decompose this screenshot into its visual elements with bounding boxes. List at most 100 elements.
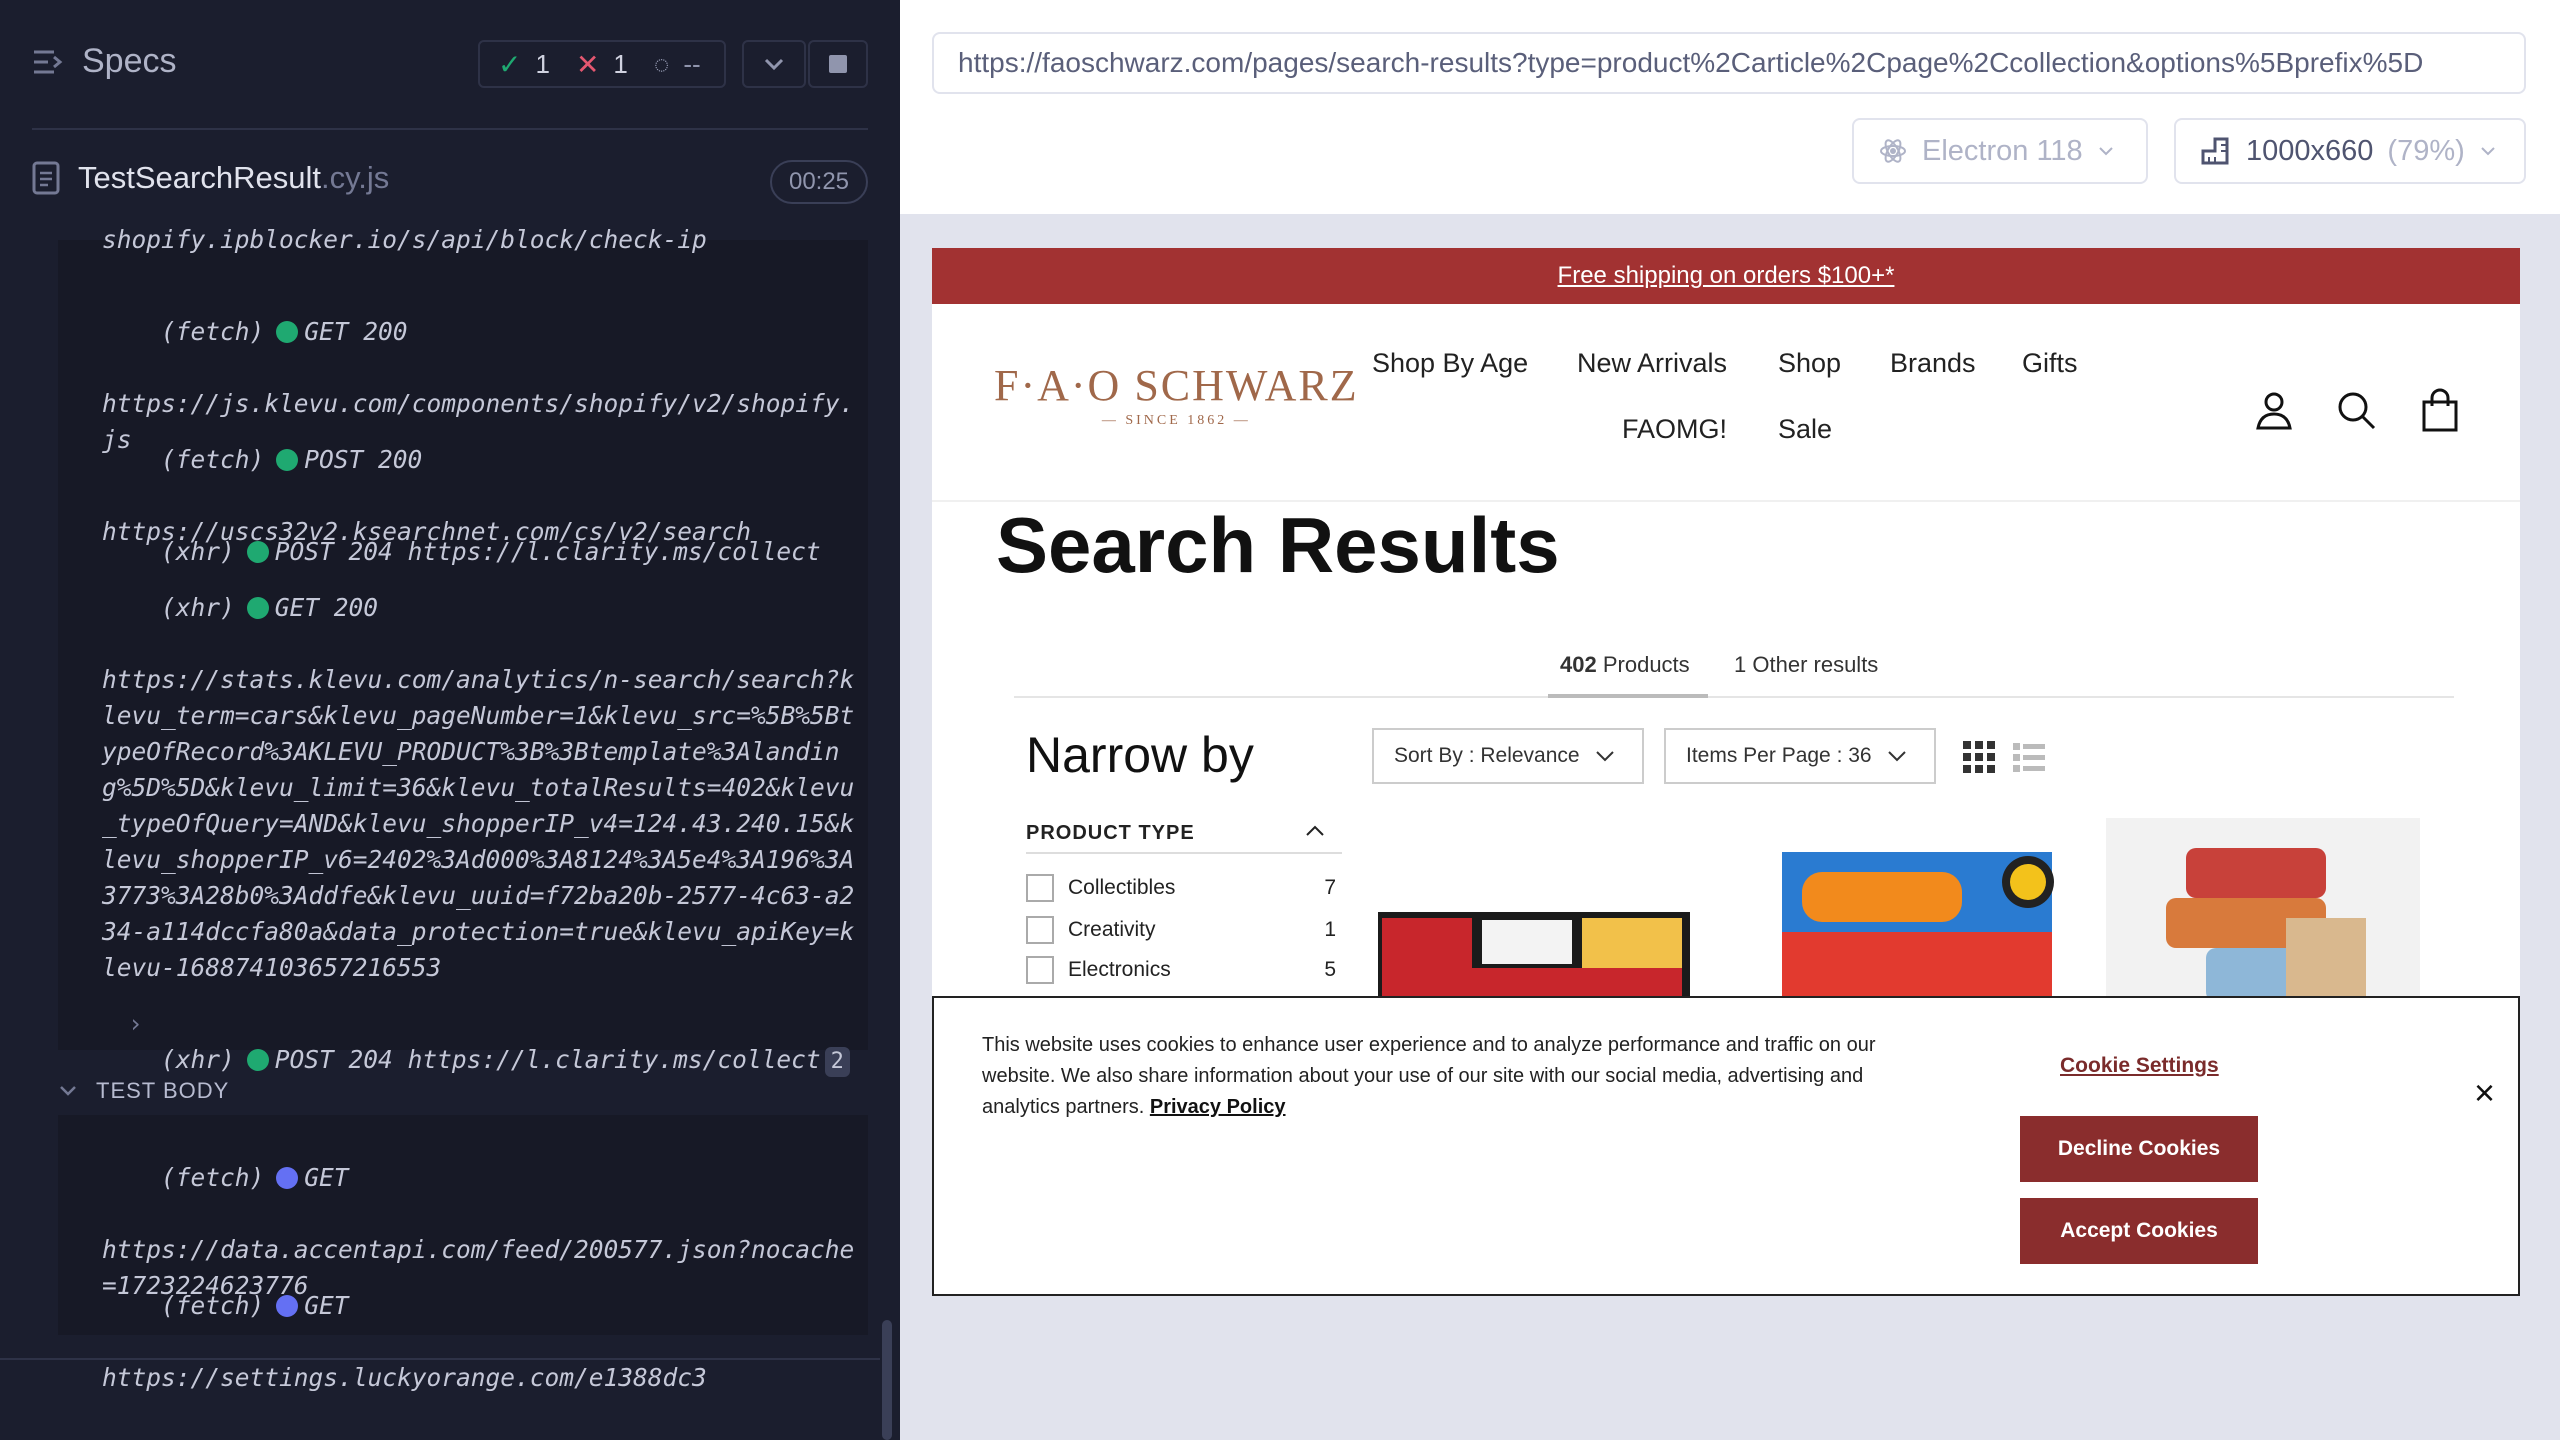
site-logo[interactable]: F·A·O SCHWARZ — SINCE 1862 —: [994, 360, 1359, 429]
expand-collapse-button[interactable]: [742, 40, 806, 88]
spec-duration: 00:25: [770, 160, 868, 204]
stop-button[interactable]: [808, 40, 868, 88]
tabs-divider: [1014, 696, 2454, 698]
nav-faomg[interactable]: FAOMG!: [1622, 414, 1727, 445]
viewport-size: 1000x660: [2246, 134, 2374, 167]
log-kind: (xhr): [161, 593, 235, 622]
list-view-icon[interactable]: [2012, 742, 2046, 774]
product-card[interactable]: [1372, 812, 1696, 1002]
specs-title: Specs: [82, 42, 177, 80]
log-method: GET: [304, 1291, 349, 1320]
status-dot-icon: [276, 449, 299, 471]
zoom-level: (79%): [2387, 134, 2465, 167]
filter-divider: [1026, 852, 1342, 854]
cookie-settings-link[interactable]: Cookie Settings: [2060, 1054, 2219, 1078]
url-bar[interactable]: https://faoschwarz.com/pages/search-resu…: [932, 32, 2526, 94]
filter-label: Collectibles: [1068, 876, 1176, 899]
items-per-page-select[interactable]: Items Per Page : 36: [1664, 728, 1936, 784]
spec-ext: .cy.js: [320, 160, 390, 195]
log-entry[interactable]: (fetch) GET https://settings.luckyorange.…: [102, 1252, 862, 1440]
account-icon[interactable]: [2252, 388, 2296, 432]
log-url: https://settings.luckyorange.com/e1388dc…: [102, 1363, 707, 1392]
filter-label: Electronics: [1068, 958, 1171, 981]
sort-select[interactable]: Sort By : Relevance: [1372, 728, 1644, 784]
log-scrollbar[interactable]: [882, 1320, 892, 1440]
checkbox[interactable]: [1026, 916, 1054, 944]
test-stats: ✓ 1 ✕ 1 ◌ --: [478, 40, 726, 88]
tab-products[interactable]: 402 Products: [1560, 652, 1690, 678]
page-title: Search Results: [996, 501, 1560, 589]
log-entry[interactable]: shopify.ipblocker.io/s/api/block/check-i…: [102, 222, 862, 258]
spec-name: TestSearchResult: [78, 160, 321, 195]
checkbox[interactable]: [1026, 956, 1054, 984]
accept-cookies-button[interactable]: Accept Cookies: [2020, 1198, 2258, 1264]
filter-option[interactable]: Creativity 1: [1026, 916, 1336, 944]
browser-name: Electron 118: [1922, 134, 2083, 167]
chevron-down-icon: [2481, 147, 2495, 156]
log-method: POST 200: [304, 445, 423, 474]
status-dot-icon: [276, 1295, 299, 1317]
status-dot-icon: [246, 1049, 269, 1071]
nav-shop-by-age[interactable]: Shop By Age: [1372, 348, 1528, 379]
failed-icon: ✕: [575, 48, 600, 80]
passed-icon: ✓: [498, 48, 522, 80]
nav-new-arrivals[interactable]: New Arrivals: [1577, 348, 1727, 379]
file-icon: [32, 161, 60, 195]
log-kind: (fetch): [161, 445, 265, 474]
filter-count: 7: [1324, 876, 1336, 899]
log-kind: (fetch): [161, 317, 265, 346]
test-body-header[interactable]: TEST BODY: [58, 1070, 868, 1112]
product-card[interactable]: [1742, 812, 2062, 1002]
log-entry[interactable]: (xhr) GET 200 https://stats.klevu.com/ana…: [102, 554, 862, 1058]
narrow-by-heading: Narrow by: [1026, 727, 1254, 783]
nav-sale[interactable]: Sale: [1778, 414, 1832, 445]
chevron-down-icon: [60, 1086, 76, 1096]
chevron-down-icon: [1595, 751, 1614, 762]
nav-shop[interactable]: Shop: [1778, 348, 1841, 379]
cart-icon[interactable]: [2418, 388, 2462, 432]
product-card[interactable]: [2106, 818, 2420, 1002]
search-icon[interactable]: [2334, 388, 2378, 432]
filter-option[interactable]: Collectibles 7: [1026, 874, 1336, 902]
browser-selector[interactable]: Electron 118: [1852, 118, 2148, 184]
product-image: [1378, 912, 1690, 1002]
sort-label: Sort By : Relevance: [1394, 744, 1580, 767]
test-body-label: TEST BODY: [96, 1078, 230, 1103]
specs-header[interactable]: Specs: [32, 42, 177, 81]
log-kind: (fetch): [161, 1291, 265, 1320]
close-icon[interactable]: ×: [2474, 1072, 2495, 1114]
product-image: [1782, 852, 2054, 1002]
log-method: GET 200: [304, 317, 408, 346]
nav-brands[interactable]: Brands: [1890, 348, 1976, 379]
chevron-down-icon: [1887, 751, 1906, 762]
log-url: https://stats.klevu.com/analytics/n-sear…: [102, 665, 855, 982]
logo-text: F·A·O SCHWARZ: [994, 361, 1359, 410]
chevron-down-icon: [764, 58, 784, 71]
filter-count: 1: [1324, 918, 1336, 941]
privacy-policy-link[interactable]: Privacy Policy: [1150, 1096, 1286, 1118]
pending-icon: ◌: [653, 48, 670, 79]
promo-banner[interactable]: Free shipping on orders $100+*: [932, 248, 2520, 304]
product-image: [2166, 848, 2366, 1002]
chevron-down-icon: [2098, 147, 2113, 156]
checkbox[interactable]: [1026, 874, 1054, 902]
divider: [0, 1358, 880, 1360]
products-label: Products: [1602, 652, 1690, 677]
pending-count: --: [683, 48, 701, 79]
logo-subtext: — SINCE 1862 —: [1101, 413, 1251, 428]
electron-icon: [1880, 139, 1906, 163]
nav-gifts[interactable]: Gifts: [2022, 348, 2078, 379]
status-dot-icon: [276, 1167, 299, 1189]
tab-other-results[interactable]: 1 Other results: [1734, 652, 1878, 678]
log-method: GET: [304, 1163, 349, 1192]
cookie-banner: This website uses cookies to enhance use…: [932, 996, 2520, 1296]
other-count: 1: [1734, 652, 1747, 677]
spec-file[interactable]: TestSearchResult.cy.js: [32, 160, 389, 196]
filter-option[interactable]: Electronics 5: [1026, 956, 1336, 984]
product-type-label[interactable]: PRODUCT TYPE: [1026, 822, 1195, 845]
grid-view-icon[interactable]: [1962, 740, 1996, 774]
command-log-panel: Specs ✓ 1 ✕ 1 ◌ -- TestSearchResult.cy.js 0…: [0, 0, 900, 1440]
viewport-selector[interactable]: 1000x660 (79%): [2174, 118, 2526, 184]
chevron-up-icon[interactable]: [1304, 824, 1326, 838]
decline-cookies-button[interactable]: Decline Cookies: [2020, 1116, 2258, 1182]
